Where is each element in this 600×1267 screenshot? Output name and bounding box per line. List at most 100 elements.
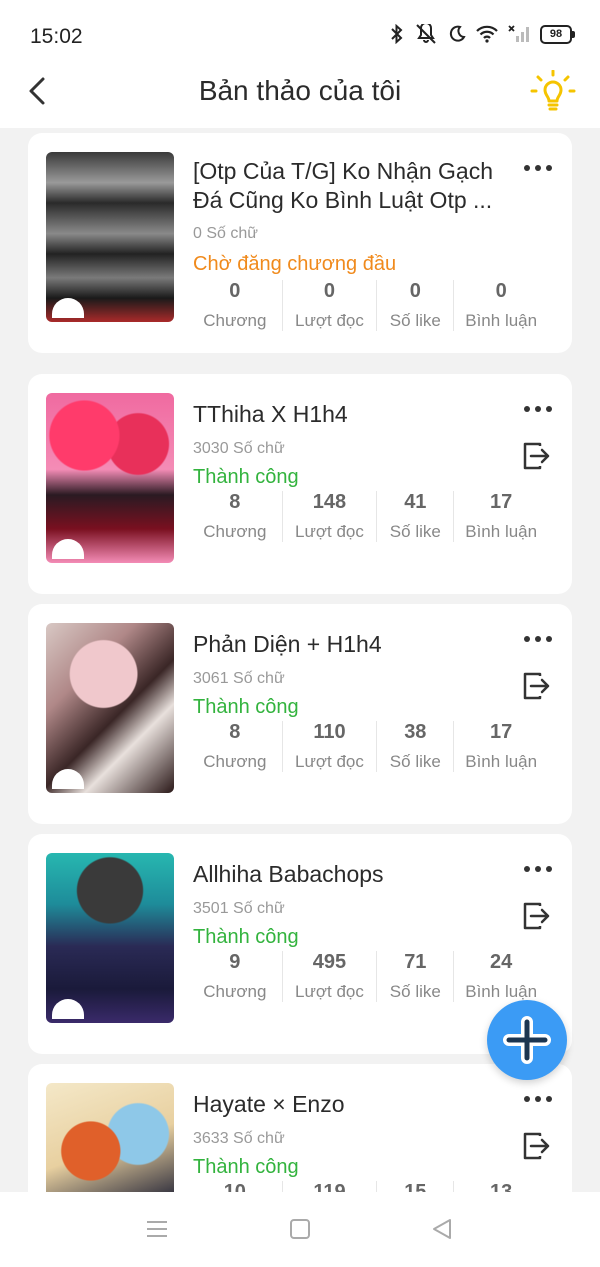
stat-reads: 119Lượt đọc [283,1181,378,1192]
stat-label: Chương [203,752,267,771]
stat-label: Chương [203,311,267,330]
draft-word-count: 3030 Số chữ [193,440,285,457]
stat-label: Lượt đọc [295,752,364,771]
stat-comments: 24 Bình luận [454,951,548,1002]
back-nav-icon[interactable] [431,1218,453,1240]
stat-label: Lượt đọc [295,982,364,1001]
draft-cover-image[interactable] [46,1083,174,1192]
stat-value: 495 [312,951,347,973]
stat-label: Số like [389,752,441,771]
draft-title[interactable]: Allhiha Babachops [193,860,493,889]
draft-stats: 0 Chương 0 Lượt đọc 0 Số like 0 Bình luận [188,280,548,331]
stat-label: Bình luận [465,982,538,1001]
export-icon[interactable] [520,1130,552,1162]
more-options-button[interactable] [524,1096,552,1102]
draft-cover-image[interactable] [46,623,174,793]
export-icon[interactable] [520,670,552,702]
draft-status: Chờ đăng chương đầu [193,253,397,275]
draft-card[interactable]: Phản Diện + H1h4 3061 Số chữ Thành công … [28,604,572,824]
cover-badge [52,298,84,318]
stat-chapters: 9 Chương [188,951,283,1002]
export-icon[interactable] [520,440,552,472]
stat-value: 148 [312,491,347,513]
draft-word-count: 0 Số chữ [193,225,258,242]
draft-word-count: 3633 Số chữ [193,1130,285,1147]
lightbulb-icon [530,69,576,111]
draft-stats: 8 Chương 110 Lượt đọc 38 Số like 17 Bình luậ… [188,721,548,772]
draft-stats: 10Chương 119Lượt đọc 15Số like 13Bình lu… [188,1181,548,1192]
add-draft-button[interactable] [487,1000,567,1080]
bluetooth-icon [391,24,403,44]
draft-title[interactable]: Phản Diện + H1h4 [193,630,493,659]
draft-title[interactable]: [Otp Của T/G] Ko Nhận Gạch Đá Cũng Ko Bì… [193,157,493,215]
stat-label: Số like [389,982,441,1001]
export-icon[interactable] [520,900,552,932]
stat-reads: 148 Lượt đọc [283,491,378,542]
stat-reads: 495 Lượt đọc [283,951,378,1002]
draft-card[interactable]: [Otp Của T/G] Ko Nhận Gạch Đá Cũng Ko Bì… [28,133,572,353]
draft-cover-image[interactable] [46,152,174,322]
draft-card[interactable]: Hayate × Enzo 3633 Số chữ Thành công 10C… [28,1064,572,1192]
stat-label: Bình luận [465,522,538,541]
stat-label: Bình luận [465,311,538,330]
draft-title[interactable]: Hayate × Enzo [193,1090,493,1119]
status-bar: 15:02 98 [0,0,600,70]
draft-cover-image[interactable] [46,393,174,563]
stat-reads: 0 Lượt đọc [283,280,378,331]
stat-reads: 110 Lượt đọc [283,721,378,772]
wifi-icon [476,25,498,43]
signal-icon [508,25,529,42]
system-nav-bar [0,1192,600,1267]
mute-icon [416,24,436,44]
stat-label: Lượt đọc [295,311,364,330]
draft-card[interactable]: TThiha X H1h4 3030 Số chữ Thành công 8 Ch… [28,374,572,594]
stat-label: Chương [203,982,267,1001]
stat-value: 24 [490,951,513,973]
status-icons: 98 [390,24,575,44]
draft-status: Thành công [193,466,299,488]
stat-likes: 71 Số like [377,951,455,1002]
page-title: Bản thảo của tôi [198,75,402,106]
stat-value: 71 [404,951,427,973]
stat-chapters: 0 Chương [188,280,283,331]
tip-button[interactable] [530,69,576,114]
status-time: 15:02 [30,25,83,48]
stat-likes: 15Số like [377,1181,455,1192]
stat-label: Số like [389,522,441,541]
stat-value: 0 [229,280,241,302]
stat-label: Số like [389,311,441,330]
stat-chapters: 8 Chương [188,491,283,542]
stat-label: Lượt đọc [295,522,364,541]
more-options-button[interactable] [524,406,552,412]
stat-label: Bình luận [465,752,538,771]
stat-chapters: 8 Chương [188,721,283,772]
moon-icon [449,25,466,42]
stat-comments: 13Bình luận [454,1181,548,1192]
cover-badge [52,999,84,1019]
stat-likes: 0 Số like [377,280,455,331]
draft-word-count: 3061 Số chữ [193,670,285,687]
stat-chapters: 10Chương [188,1181,283,1192]
stat-comments: 17 Bình luận [454,491,548,542]
cover-badge [52,539,84,559]
draft-stats: 8 Chương 148 Lượt đọc 41 Số like 17 Bình luậ… [188,491,548,542]
stat-value: 9 [229,951,241,973]
stat-value: 17 [490,491,513,513]
more-options-button[interactable] [524,866,552,872]
more-options-button[interactable] [524,636,552,642]
more-options-button[interactable] [524,165,552,171]
stat-likes: 38 Số like [377,721,455,772]
stat-value: 38 [404,721,427,743]
stat-value: 41 [404,491,427,513]
stat-value: 8 [229,491,241,513]
stat-comments: 17 Bình luận [454,721,548,772]
draft-stats: 9 Chương 495 Lượt đọc 71 Số like 24 Bình luậ… [188,951,548,1002]
stat-likes: 41 Số like [377,491,455,542]
menu-icon[interactable] [146,1218,168,1240]
draft-title[interactable]: TThiha X H1h4 [193,400,493,429]
stat-value: 8 [229,721,241,743]
draft-cover-image[interactable] [46,853,174,1023]
home-icon[interactable] [289,1218,311,1240]
stat-value: 0 [323,280,336,302]
draft-word-count: 3501 Số chữ [193,900,285,917]
